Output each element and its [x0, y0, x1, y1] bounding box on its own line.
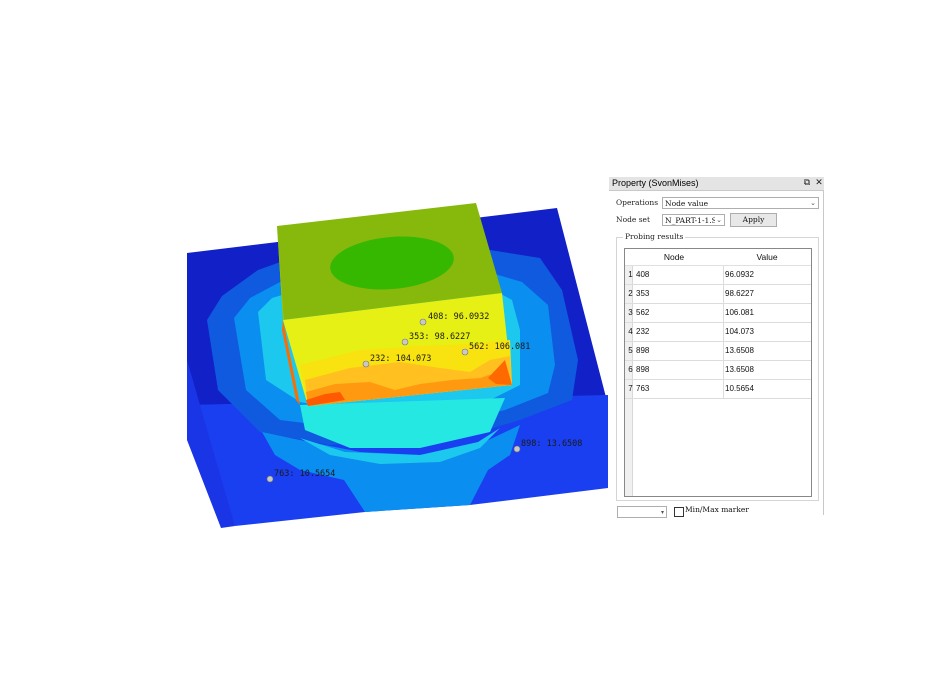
table-row[interactable]: 4 232 104.073 — [625, 323, 811, 342]
value-cell: 98.6227 — [725, 289, 754, 298]
nodeset-dropdown[interactable]: N_PART-1-1.S ⌄ — [662, 214, 725, 226]
operations-label: Operations — [616, 198, 659, 207]
row-index: 7 — [628, 384, 633, 393]
table-body: 1 408 96.0932 2 353 98.6227 3 562 106.081 4 232 104… — [625, 266, 811, 496]
row-index: 4 — [628, 327, 633, 336]
minmax-marker-checkbox[interactable] — [674, 507, 684, 517]
chevron-down-icon: ⌄ — [810, 199, 816, 207]
panel-titlebar[interactable]: Property (SvonMises) ⧉ ✕ — [609, 177, 824, 191]
value-cell: 10.5654 — [725, 384, 754, 393]
node-cell: 353 — [636, 289, 650, 298]
table-row[interactable]: 2 353 98.6227 — [625, 285, 811, 304]
value-cell: 96.0932 — [725, 270, 754, 279]
fea-postprocessor-window: 408: 96.0932 353: 98.6227 562: 106.081 2… — [0, 0, 951, 680]
value-cell: 13.6508 — [725, 365, 754, 374]
probe-label: 232: 104.073 — [370, 354, 431, 364]
table-row[interactable]: 5 898 13.6508 — [625, 342, 811, 361]
nodeset-dropdown-value: N_PART-1-1.S — [665, 216, 715, 225]
column-header-node[interactable]: Node — [625, 249, 723, 266]
apply-button[interactable]: Apply — [730, 213, 777, 227]
minmax-marker-label: Min/Max marker — [685, 505, 749, 514]
probing-results-table[interactable]: Node Value 1 408 96.0932 2 353 98.6227 3 562 106… — [624, 248, 812, 497]
row-index: 3 — [628, 308, 633, 317]
probe-label: 898: 13.6508 — [521, 439, 582, 449]
row-index: 1 — [628, 270, 633, 279]
row-index: 2 — [628, 289, 633, 298]
node-cell: 232 — [636, 327, 650, 336]
marker-dropdown[interactable]: ▾ — [617, 506, 667, 518]
nodeset-label: Node set — [616, 215, 651, 224]
table-row[interactable]: 6 898 13.6508 — [625, 361, 811, 380]
node-cell: 898 — [636, 365, 650, 374]
row-index: 6 — [628, 365, 633, 374]
probing-results-group: Probing results Node Value 1 408 96.0932 2 3… — [616, 232, 819, 501]
column-header-value[interactable]: Value — [723, 249, 811, 266]
table-row[interactable]: 1 408 96.0932 — [625, 266, 811, 285]
probe-label: 763: 10.5654 — [274, 469, 335, 479]
row-index: 5 — [628, 346, 633, 355]
chevron-down-icon: ▾ — [660, 509, 664, 516]
node-cell: 408 — [636, 270, 650, 279]
table-row[interactable]: 3 562 106.081 — [625, 304, 811, 323]
chevron-down-icon: ⌄ — [716, 216, 722, 224]
value-cell: 13.6508 — [725, 346, 754, 355]
property-panel: Property (SvonMises) ⧉ ✕ Operations Node… — [609, 177, 824, 518]
node-cell: 898 — [636, 346, 650, 355]
node-cell: 562 — [636, 308, 650, 317]
table-row[interactable]: 7 763 10.5654 — [625, 380, 811, 399]
float-window-icon[interactable]: ⧉ — [802, 177, 812, 190]
panel-title: Property (SvonMises) — [612, 178, 699, 188]
probing-results-label: Probing results — [623, 232, 686, 241]
value-cell: 106.081 — [725, 308, 754, 317]
probe-label: 408: 96.0932 — [428, 312, 489, 322]
value-cell: 104.073 — [725, 327, 754, 336]
node-cell: 763 — [636, 384, 650, 393]
operations-dropdown[interactable]: Node value ⌄ — [662, 197, 819, 209]
probe-label: 353: 98.6227 — [409, 332, 470, 342]
probe-label: 562: 106.081 — [469, 342, 530, 352]
close-icon[interactable]: ✕ — [814, 177, 824, 190]
operations-dropdown-value: Node value — [665, 199, 709, 208]
